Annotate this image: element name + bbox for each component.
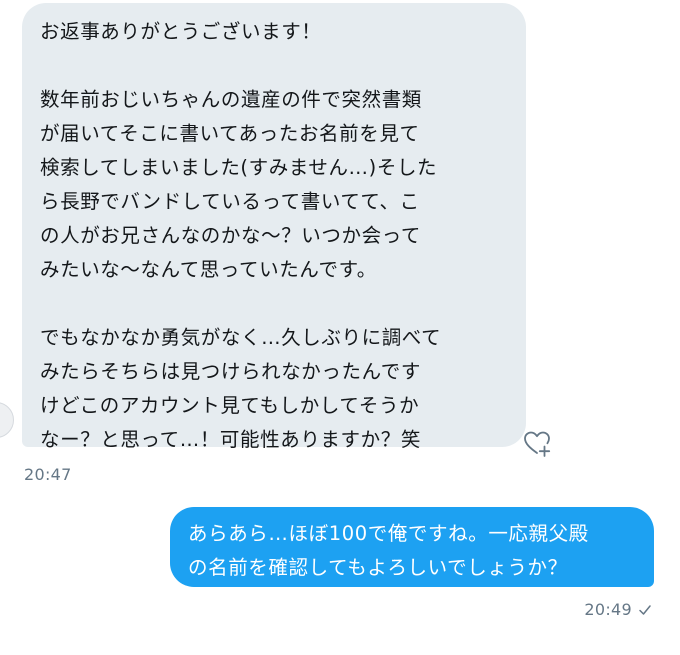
outgoing-meta: 20:49 bbox=[584, 600, 652, 619]
incoming-message-bubble[interactable]: お返事ありがとうございます！ 数年前おじいちゃんの遺産の件で突然書類 が届いてそ… bbox=[22, 3, 526, 451]
incoming-message-paragraph: お返事ありがとうございます！ bbox=[40, 20, 322, 43]
incoming-message-paragraph: でもなかなか勇気がなく…久しぶりに調べて みたらそちらは見つけられなかったんです… bbox=[40, 326, 442, 451]
outgoing-message-text: あらあら…ほぼ100で俺ですね。一応親父殿 の名前を確認してもよろしいでしょうか… bbox=[188, 522, 589, 579]
heart-plus-icon[interactable] bbox=[522, 428, 552, 458]
outgoing-timestamp: 20:49 bbox=[584, 600, 632, 619]
incoming-timestamp: 20:47 bbox=[24, 465, 72, 484]
incoming-message-paragraph: 数年前おじいちゃんの遺産の件で突然書類 が届いてそこに書いてあったお名前を見て … bbox=[40, 88, 438, 281]
checkmark-icon bbox=[639, 604, 651, 615]
outgoing-message-bubble[interactable]: あらあら…ほぼ100で俺ですね。一応親父殿 の名前を確認してもよろしいでしょうか… bbox=[170, 507, 654, 587]
avatar[interactable] bbox=[0, 402, 14, 438]
